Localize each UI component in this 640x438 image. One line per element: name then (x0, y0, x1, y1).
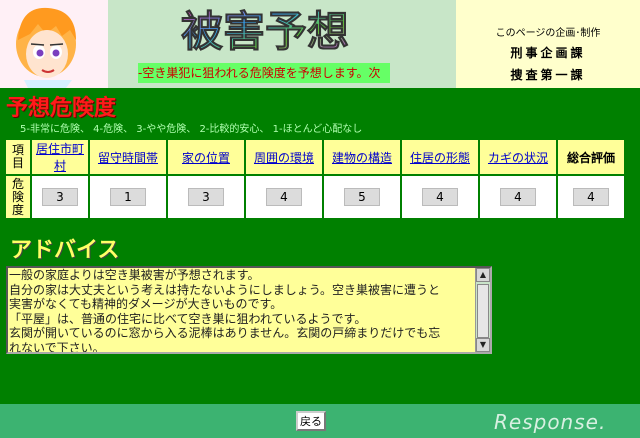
advice-title: アドバイス (10, 238, 120, 263)
col-link-structure[interactable]: 建物の構造 (332, 151, 392, 165)
scroll-up-arrow-icon[interactable]: ▲ (476, 268, 490, 282)
watermark: Response. (494, 410, 607, 434)
col-header[interactable]: 住居の形態 (402, 140, 478, 174)
mascot-illustration (0, 0, 108, 88)
table-row: 危険度 3 1 3 4 5 4 4 4 (6, 176, 624, 218)
logo-text: 被害予想 (181, 7, 349, 56)
advice-textarea[interactable]: 一般の家庭よりは空き巣被害が予想されます。 自分の家は大丈夫という考えは持たない… (6, 266, 492, 354)
col-header-total: 総合評価 (558, 140, 624, 174)
risk-value: 4 (422, 188, 458, 206)
col-link-environment[interactable]: 周囲の環境 (254, 151, 314, 165)
total-value: 4 (573, 188, 609, 206)
logo: 被害予想 (165, 2, 365, 58)
table-cell: 4 (402, 176, 478, 218)
risk-value: 4 (500, 188, 536, 206)
risk-table: 項目 居住市町村 留守時間帯 家の位置 周囲の環境 建物の構造 住居の形態 カギ… (4, 138, 626, 220)
col-header[interactable]: 建物の構造 (324, 140, 400, 174)
col-header[interactable]: 周囲の環境 (246, 140, 322, 174)
risk-value: 1 (110, 188, 146, 206)
scroll-thumb[interactable] (477, 284, 489, 338)
advice-line: 一般の家庭よりは空き巣被害が予想されます。 (9, 268, 260, 282)
risk-value: 4 (266, 188, 302, 206)
col-link-absence[interactable]: 留守時間帯 (98, 151, 158, 165)
col-link-location[interactable]: 家の位置 (182, 151, 230, 165)
col-link-lock[interactable]: カギの状況 (488, 151, 548, 165)
col-link-dwelling[interactable]: 住居の形態 (410, 151, 470, 165)
credit-dept-2: 捜査第一課 (510, 68, 586, 82)
credit-dept-1: 刑事企画課 (510, 46, 586, 60)
col-header[interactable]: 居住市町村 (32, 140, 88, 174)
col-header[interactable]: 家の位置 (168, 140, 244, 174)
advice-line: 自分の家は大丈夫という考えは持たないようにしましょう。空き巣被害に遭うと (9, 282, 441, 297)
table-header-row: 項目 居住市町村 留守時間帯 家の位置 周囲の環境 建物の構造 住居の形態 カギ… (6, 140, 624, 174)
back-button[interactable]: 戻る (296, 411, 326, 431)
advice-line: 「平屋」は、普通の住宅に比べて空き巣に狙われているようです。 (9, 311, 367, 326)
table-cell: 4 (246, 176, 322, 218)
page-footer: 戻る Response. (0, 404, 640, 438)
scroll-down-arrow-icon[interactable]: ▼ (476, 338, 490, 352)
marquee-text: -空き巣犯に狙われる危険度を予想します。次 (138, 63, 390, 83)
table-cell: 1 (90, 176, 166, 218)
risk-legend: 5-非常に危険、 4-危険、 3-やや危険、 2-比較的安心、 1-ほとんど心配… (20, 124, 363, 135)
advice-line: れないで下さい。 (9, 340, 105, 354)
table-cell: 3 (32, 176, 88, 218)
table-cell: 4 (480, 176, 556, 218)
credit-label: このページの企画･制作 (495, 28, 601, 39)
col-header[interactable]: カギの状況 (480, 140, 556, 174)
col-link-area[interactable]: 居住市町村 (36, 142, 84, 173)
risk-title: 予想危険度 (6, 96, 117, 121)
advice-scrollbar[interactable]: ▲ ▼ (475, 268, 490, 352)
risk-value: 3 (188, 188, 224, 206)
table-cell: 5 (324, 176, 400, 218)
risk-value: 3 (42, 188, 78, 206)
page-header: 被害予想 -空き巣犯に狙われる危険度を予想します。次 このページの企画･制作 刑… (0, 0, 640, 88)
col-header[interactable]: 留守時間帯 (90, 140, 166, 174)
main-content: 予想危険度 5-非常に危険、 4-危険、 3-やや危険、 2-比較的安心、 1-… (0, 88, 640, 404)
advice-line: 玄関が開いているのに窓から入る泥棒はありません。玄関の戸締まりだけでも忘 (9, 326, 441, 340)
risk-value: 5 (344, 188, 380, 206)
row-label: 危険度 (6, 176, 30, 218)
table-cell: 3 (168, 176, 244, 218)
corner-label: 項目 (6, 140, 30, 174)
credit-box: このページの企画･制作 刑事企画課 捜査第一課 (456, 0, 640, 88)
table-cell: 4 (558, 176, 624, 218)
advice-line: 実害がなくても精神的ダメージが大きいものです。 (9, 297, 283, 311)
